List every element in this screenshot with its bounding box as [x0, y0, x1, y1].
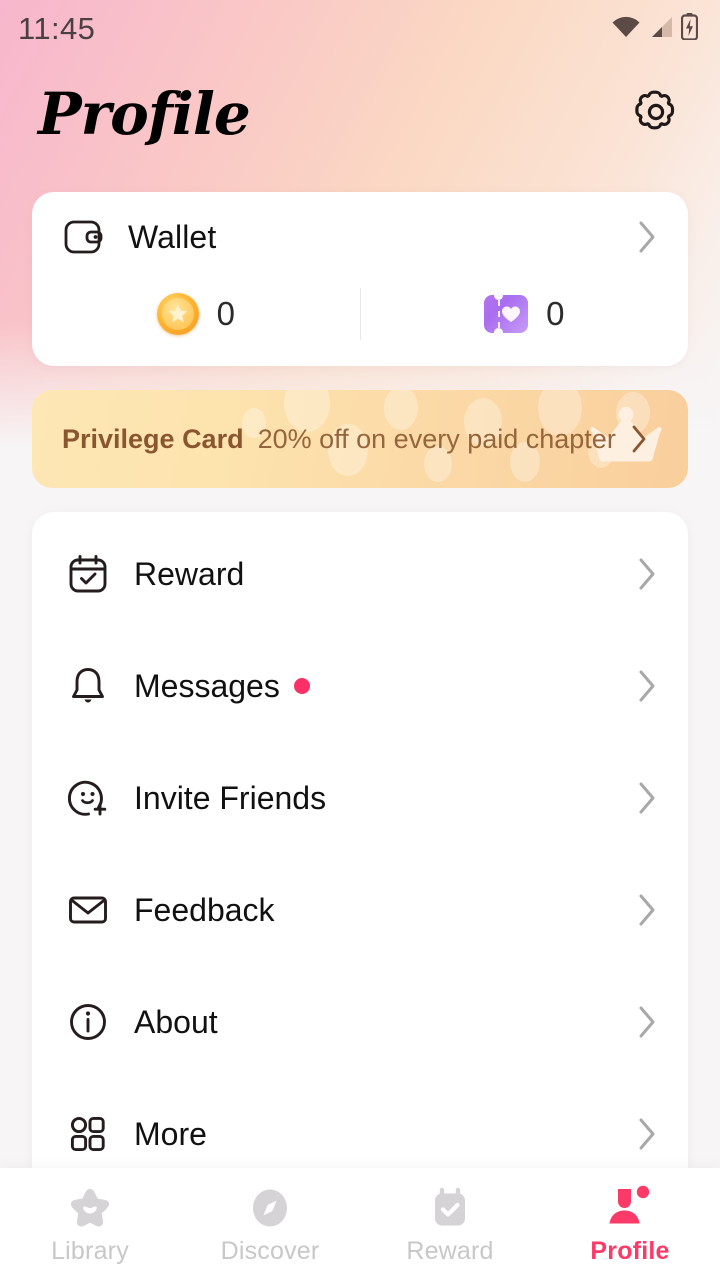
compass-icon — [248, 1183, 292, 1231]
nav-tab-label: Library — [51, 1236, 129, 1265]
status-bar: 11:45 — [0, 0, 720, 58]
menu-item-feedback[interactable]: Feedback — [32, 854, 688, 966]
menu-label-text: Feedback — [134, 891, 275, 928]
wallet-label: Wallet — [128, 218, 217, 255]
nav-tab-discover[interactable]: Discover — [180, 1183, 360, 1266]
menu-item-label: Reward — [134, 556, 634, 593]
coin-balance-value: 0 — [216, 295, 235, 332]
app-header: Profile — [0, 58, 720, 170]
chevron-right-icon — [634, 890, 660, 930]
messages-unread-badge — [293, 678, 310, 694]
wallet-card: Wallet 0 0 — [32, 192, 688, 366]
battery-charging-icon — [680, 13, 699, 45]
menu-label-text: Invite Friends — [134, 779, 327, 816]
chevron-right-icon — [634, 217, 660, 257]
status-bar-icons — [611, 13, 699, 45]
smiley-plus-icon — [64, 774, 112, 822]
menu-item-label: Messages — [134, 668, 634, 705]
bell-icon — [64, 662, 112, 710]
nav-tab-label: Reward — [406, 1236, 494, 1265]
chevron-right-icon — [634, 778, 660, 818]
chevron-right-icon — [634, 554, 660, 594]
coin-star-icon — [156, 293, 199, 335]
profile-menu-card: Reward Messages Invite Friends Feedback … — [32, 512, 688, 1190]
wallet-stat-tickets[interactable]: 0 — [361, 291, 689, 337]
privilege-text-group: Privilege Card 20% off on every paid cha… — [32, 424, 648, 455]
menu-label-text: More — [134, 1115, 207, 1152]
chevron-right-icon — [634, 666, 660, 706]
menu-item-label: Invite Friends — [134, 780, 634, 817]
bottom-navigation-bar: Library Discover Reward Profile — [0, 1168, 720, 1280]
nav-tab-library[interactable]: Library — [0, 1183, 180, 1266]
menu-item-about[interactable]: About — [32, 966, 688, 1078]
wallet-row[interactable]: Wallet — [32, 192, 688, 282]
menu-item-label: Feedback — [134, 892, 634, 929]
nav-tab-profile[interactable]: Profile — [540, 1183, 720, 1266]
person-icon — [604, 1183, 656, 1231]
envelope-icon — [64, 886, 112, 934]
menu-item-label: More — [134, 1116, 634, 1153]
gear-icon — [633, 89, 679, 140]
chevron-right-icon — [630, 424, 648, 454]
calendar-check-icon — [428, 1183, 472, 1231]
menu-item-reward[interactable]: Reward — [32, 518, 688, 630]
settings-button[interactable] — [628, 86, 684, 142]
ticket-balance-value: 0 — [546, 295, 565, 332]
profile-notification-dot — [636, 1185, 650, 1198]
menu-label-text: Messages — [134, 667, 280, 704]
nav-tab-reward[interactable]: Reward — [360, 1183, 540, 1266]
cellular-signal-icon — [648, 15, 674, 44]
wallet-stat-coins[interactable]: 0 — [32, 293, 360, 335]
nav-tab-label: Profile — [590, 1236, 670, 1265]
chevron-right-icon — [634, 1114, 660, 1154]
menu-item-invite-friends[interactable]: Invite Friends — [32, 742, 688, 854]
grid-icon — [64, 1110, 112, 1158]
nav-tab-label: Discover — [220, 1236, 320, 1265]
menu-label-text: About — [134, 1003, 218, 1040]
status-bar-clock: 11:45 — [18, 11, 96, 46]
wallet-icon — [62, 215, 106, 259]
wallet-stats: 0 0 — [32, 282, 688, 340]
chevron-right-icon — [634, 1002, 660, 1042]
ticket-heart-icon — [484, 291, 529, 337]
page-title: Profile — [38, 80, 251, 148]
privilege-title: Privilege Card — [62, 423, 244, 454]
calendar-check-icon — [64, 550, 112, 598]
info-circle-icon — [64, 998, 112, 1046]
star-smile-icon — [67, 1183, 113, 1231]
profile-screen: 11:45 Profile Wallet 0 0 Privilege Card … — [0, 0, 720, 1280]
menu-item-label: About — [134, 1004, 634, 1041]
menu-item-messages[interactable]: Messages — [32, 630, 688, 742]
privilege-subtitle: 20% off on every paid chapter — [257, 423, 616, 454]
menu-label-text: Reward — [134, 555, 245, 592]
privilege-card-banner[interactable]: Privilege Card 20% off on every paid cha… — [32, 390, 688, 488]
wifi-icon — [611, 15, 641, 44]
